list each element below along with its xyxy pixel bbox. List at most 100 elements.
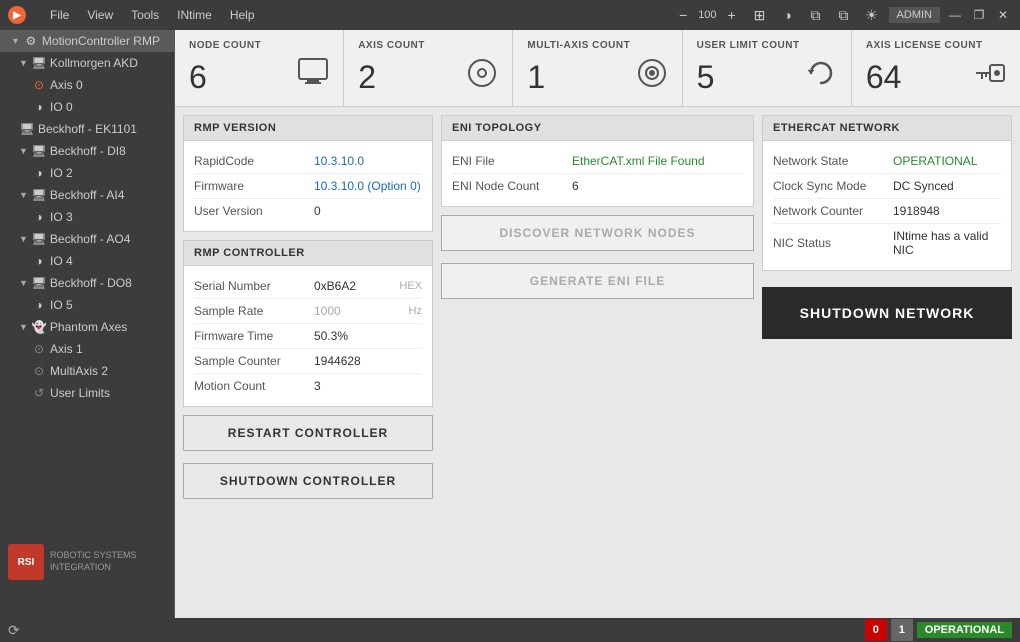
content-area: NODE COUNT 6 AXIS COUNT 2 MULT (175, 30, 1020, 618)
sample-counter-label: Sample Counter (194, 354, 314, 368)
sidebar-item-io2[interactable]: ◑ IO 2 (0, 162, 174, 184)
sidebar-item-beckhoff-di8[interactable]: ▼ 🖥 Beckhoff - DI8 (0, 140, 174, 162)
sidebar-item-label: IO 2 (50, 166, 73, 180)
sidebar-item-io4[interactable]: ◑ IO 4 (0, 250, 174, 272)
stat-value-row: 64 (866, 57, 1006, 96)
motion-count-value: 3 (314, 379, 422, 393)
close-button[interactable]: ✕ (994, 6, 1012, 24)
stat-value: 1 (527, 61, 545, 93)
stat-axis-license-count: AXIS LICENSE COUNT 64 (852, 30, 1020, 106)
sidebar-item-beckhoff-ai4[interactable]: ▼ 🖥 Beckhoff - AI4 (0, 184, 174, 206)
sidebar-item-label: Phantom Axes (50, 320, 127, 334)
stat-user-limit-count: USER LIMIT COUNT 5 (683, 30, 852, 106)
sidebar-item-beckhoff-ek1101[interactable]: 🖥 Beckhoff - EK1101 (0, 118, 174, 140)
stat-label: NODE COUNT (189, 40, 329, 51)
rmp-controller-header: RMP CONTROLLER (184, 241, 432, 266)
menu-intime[interactable]: INtime (169, 6, 220, 24)
stat-axis-count: AXIS COUNT 2 (344, 30, 513, 106)
network-counter-value: 1918948 (893, 204, 1001, 218)
network-state-label: Network State (773, 154, 893, 168)
rapidcode-row: RapidCode 10.3.10.0 (194, 149, 422, 174)
sidebar-item-io3[interactable]: ◑ IO 3 (0, 206, 174, 228)
eni-node-count-value: 6 (572, 179, 743, 193)
sidebar-item-kollmorgen[interactable]: ▼ 🖥 Kollmorgen AKD (0, 52, 174, 74)
serial-number-label: Serial Number (194, 279, 314, 293)
expand-arrow-icon: ▼ (11, 36, 20, 46)
stat-value-row: 2 (358, 57, 498, 96)
sidebar-item-label: Beckhoff - DI8 (50, 144, 126, 158)
shutdown-controller-button[interactable]: SHUTDOWN CONTROLLER (183, 463, 433, 499)
brightness-icon[interactable]: ☀ (861, 4, 883, 26)
stat-label: MULTI-AXIS COUNT (527, 40, 667, 51)
sidebar-item-label: MotionController RMP (42, 34, 160, 48)
device-icon: 🖥 (31, 231, 47, 247)
sidebar-item-label: User Limits (50, 386, 110, 400)
status-num-0[interactable]: 0 (865, 619, 887, 641)
eni-buttons: DISCOVER NETWORK NODES GENERATE ENI FILE (441, 215, 754, 305)
device-icon: 🖥 (19, 121, 35, 137)
sidebar-item-axis1[interactable]: ⊙ Axis 1 (0, 338, 174, 360)
chart-icon[interactable]: ⧉ (833, 4, 855, 26)
zoom-out-icon[interactable]: − (672, 4, 694, 26)
zoom-control: − 100 + (672, 4, 742, 26)
refresh-status-icon[interactable]: ⟳ (8, 622, 20, 639)
firmware-time-value: 50.3% (314, 329, 422, 343)
menu-help[interactable]: Help (222, 6, 263, 24)
sidebar-item-label: IO 0 (50, 100, 73, 114)
firmware-row: Firmware 10.3.10.0 (Option 0) (194, 174, 422, 199)
generate-eni-button[interactable]: GENERATE ENI FILE (441, 263, 754, 299)
layout-icon[interactable]: ⊞ (749, 4, 771, 26)
ethercat-network-card: ETHERCAT NETWORK Network State OPERATION… (762, 115, 1012, 271)
serial-number-row: Serial Number 0xB6A2 HEX (194, 274, 422, 299)
ethercat-network-header: ETHERCAT NETWORK (763, 116, 1011, 141)
sidebar-item-label: Beckhoff - AO4 (50, 232, 131, 246)
sidebar-item-axis0[interactable]: ⊙ Axis 0 (0, 74, 174, 96)
menu-view[interactable]: View (79, 6, 121, 24)
admin-badge: ADMIN (889, 7, 940, 23)
window-controls: − 100 + ⊞ ◑ ⧉ ⧉ ☀ ADMIN — ❐ ✕ (672, 4, 1012, 26)
sidebar-item-label: Beckhoff - DO8 (50, 276, 132, 290)
app-logo: ▶ (8, 6, 26, 24)
stat-value-row: 5 (697, 57, 837, 96)
menu-tools[interactable]: Tools (123, 6, 167, 24)
menu-file[interactable]: File (42, 6, 77, 24)
maximize-button[interactable]: ❐ (970, 6, 988, 24)
sidebar-item-beckhoff-do8[interactable]: ▼ 🖥 Beckhoff - DO8 (0, 272, 174, 294)
device-icon: 🖥 (31, 187, 47, 203)
zoom-in-icon[interactable]: + (721, 4, 743, 26)
sidebar-item-io0[interactable]: ◑ IO 0 (0, 96, 174, 118)
sidebar-item-beckhoff-ao4[interactable]: ▼ 🖥 Beckhoff - AO4 (0, 228, 174, 250)
sidebar-item-phantom-axes[interactable]: ▼ 👻 Phantom Axes (0, 316, 174, 338)
sample-rate-suffix: Hz (409, 305, 422, 317)
eni-file-value: EtherCAT.xml File Found (572, 154, 743, 168)
io-icon: ◑ (31, 253, 47, 269)
sidebar-item-label: IO 5 (50, 298, 73, 312)
expand-arrow-icon: ▼ (19, 190, 28, 200)
menu-items: File View Tools INtime Help (42, 6, 263, 24)
sidebar-item-label: Axis 0 (50, 78, 83, 92)
stat-value: 5 (697, 61, 715, 93)
sample-counter-value: 1944628 (314, 354, 422, 368)
sidebar-item-motioncontroller[interactable]: ▼ ⚙ MotionController RMP (0, 30, 174, 52)
restart-controller-button[interactable]: RESTART CONTROLLER (183, 415, 433, 451)
sidebar-item-user-limits[interactable]: ↺ User Limits (0, 382, 174, 404)
gear-icon: ⚙ (23, 33, 39, 49)
minimize-button[interactable]: — (946, 6, 964, 24)
stat-node-count: NODE COUNT 6 (175, 30, 344, 106)
rmp-version-header: RMP VERSION (184, 116, 432, 141)
cards-area: RMP VERSION RapidCode 10.3.10.0 Firmware… (175, 107, 1020, 513)
panel-icon[interactable]: ⧉ (805, 4, 827, 26)
stat-value-row: 6 (189, 57, 329, 96)
theme-icon[interactable]: ◑ (777, 4, 799, 26)
firmware-time-label: Firmware Time (194, 329, 314, 343)
sidebar-item-io5[interactable]: ◑ IO 5 (0, 294, 174, 316)
stats-row: NODE COUNT 6 AXIS COUNT 2 MULT (175, 30, 1020, 107)
status-num-1[interactable]: 1 (891, 619, 913, 641)
sample-rate-value: 1000 (314, 304, 405, 318)
discover-network-button[interactable]: DISCOVER NETWORK NODES (441, 215, 754, 251)
stat-value: 6 (189, 61, 207, 93)
sidebar-item-multiaxis2[interactable]: ⊙ MultiAxis 2 (0, 360, 174, 382)
eni-topology-card: ENI TOPOLOGY ENI File EtherCAT.xml File … (441, 115, 754, 207)
rmp-version-body: RapidCode 10.3.10.0 Firmware 10.3.10.0 (… (184, 141, 432, 231)
shutdown-network-button[interactable]: SHUTDOWN NETWORK (762, 287, 1012, 339)
